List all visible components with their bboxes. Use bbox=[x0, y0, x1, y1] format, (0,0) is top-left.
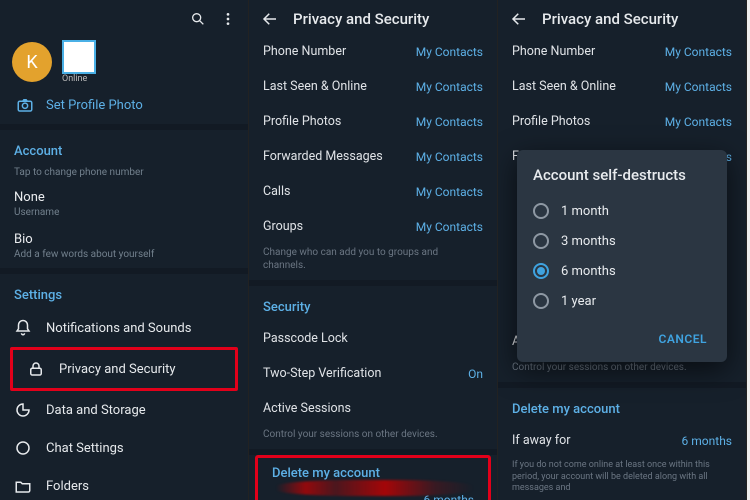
privacy-panel: Privacy and Security Phone NumberMy Cont… bbox=[249, 0, 498, 500]
folder-icon bbox=[14, 477, 32, 495]
row-passcode[interactable]: Passcode Lock bbox=[249, 321, 497, 356]
row-groups[interactable]: GroupsMy Contacts bbox=[249, 209, 497, 244]
back-icon[interactable] bbox=[261, 10, 279, 28]
self-destruct-dialog: Account self-destructs 1 month 3 months … bbox=[517, 150, 727, 362]
option-label: 6 months bbox=[561, 264, 616, 279]
bio-caption: Add a few words about yourself bbox=[14, 249, 234, 260]
dialog-title: Account self-destructs bbox=[533, 166, 711, 184]
radio-icon-selected bbox=[533, 263, 549, 279]
menu-chat[interactable]: Chat Settings bbox=[0, 429, 248, 467]
menu-data-label: Data and Storage bbox=[46, 403, 146, 418]
settings-profile-panel: K Online Set Profile Photo Account Tap t… bbox=[0, 0, 249, 500]
option-3-months[interactable]: 3 months bbox=[533, 226, 711, 256]
bell-icon bbox=[14, 319, 32, 337]
row-lastseen[interactable]: Last Seen & OnlineMy Contacts bbox=[249, 69, 497, 104]
username-item[interactable]: None Username bbox=[0, 184, 248, 226]
option-6-months[interactable]: 6 months bbox=[533, 256, 711, 286]
chat-icon bbox=[14, 439, 32, 457]
dialog-overlay[interactable]: Account self-destructs 1 month 3 months … bbox=[498, 0, 746, 500]
page-title: Privacy and Security bbox=[293, 10, 485, 28]
row-twostep[interactable]: Two-Step VerificationOn bbox=[249, 356, 497, 391]
menu-privacy[interactable]: Privacy and Security bbox=[13, 350, 235, 388]
menu-notifications-label: Notifications and Sounds bbox=[46, 321, 191, 336]
camera-icon bbox=[16, 96, 34, 114]
menu-privacy-label: Privacy and Security bbox=[59, 362, 176, 377]
lock-icon bbox=[27, 360, 45, 378]
option-label: 3 months bbox=[561, 234, 616, 249]
bio-label: Bio bbox=[14, 232, 234, 247]
online-status: Online bbox=[62, 74, 96, 84]
highlight-privacy: Privacy and Security bbox=[10, 347, 238, 391]
section-settings: Settings bbox=[0, 274, 248, 309]
cancel-button[interactable]: CANCEL bbox=[655, 326, 711, 352]
set-profile-photo-label: Set Profile Photo bbox=[46, 98, 143, 113]
more-vertical-icon[interactable] bbox=[220, 11, 236, 27]
section-account: Account bbox=[0, 130, 248, 165]
radio-icon bbox=[533, 203, 549, 219]
row-sessions[interactable]: Active Sessions bbox=[249, 391, 497, 426]
row-forwarded[interactable]: Forwarded MessagesMy Contacts bbox=[249, 139, 497, 174]
phone-hint[interactable]: Tap to change phone number bbox=[0, 165, 248, 184]
section-security: Security bbox=[249, 286, 497, 321]
radio-icon bbox=[533, 293, 549, 309]
avatar-letter: K bbox=[26, 52, 37, 73]
option-1-month[interactable]: 1 month bbox=[533, 196, 711, 226]
username-caption: Username bbox=[14, 207, 234, 218]
groups-caption: Change who can add you to groups and cha… bbox=[249, 244, 497, 280]
row-calls[interactable]: CallsMy Contacts bbox=[249, 174, 497, 209]
row-phone[interactable]: Phone NumberMy Contacts bbox=[249, 34, 497, 69]
topbar: Privacy and Security bbox=[249, 0, 497, 34]
menu-chat-label: Chat Settings bbox=[46, 441, 124, 456]
option-label: 1 year bbox=[561, 294, 596, 309]
avatar-secondary[interactable] bbox=[62, 40, 96, 74]
bio-item[interactable]: Bio Add a few words about yourself bbox=[0, 226, 248, 268]
row-photos[interactable]: Profile PhotosMy Contacts bbox=[249, 104, 497, 139]
topbar bbox=[0, 0, 248, 34]
data-icon bbox=[14, 401, 32, 419]
menu-folders-label: Folders bbox=[46, 479, 89, 494]
highlight-delete-account: Delete my account 6 months bbox=[255, 455, 491, 500]
radio-icon bbox=[533, 233, 549, 249]
search-icon[interactable] bbox=[190, 11, 206, 27]
privacy-panel-with-dialog: Privacy and Security Phone NumberMy Cont… bbox=[498, 0, 747, 500]
profile-header: K Online bbox=[0, 34, 248, 86]
redaction-scribble bbox=[276, 480, 474, 496]
menu-folders[interactable]: Folders bbox=[0, 467, 248, 500]
option-1-year[interactable]: 1 year bbox=[533, 286, 711, 316]
set-profile-photo-button[interactable]: Set Profile Photo bbox=[0, 86, 248, 124]
menu-notifications[interactable]: Notifications and Sounds bbox=[0, 309, 248, 347]
avatar[interactable]: K bbox=[12, 42, 52, 82]
option-label: 1 month bbox=[561, 204, 609, 219]
sessions-caption: Control your sessions on other devices. bbox=[249, 426, 497, 449]
username-value: None bbox=[14, 190, 234, 205]
menu-data[interactable]: Data and Storage bbox=[0, 391, 248, 429]
